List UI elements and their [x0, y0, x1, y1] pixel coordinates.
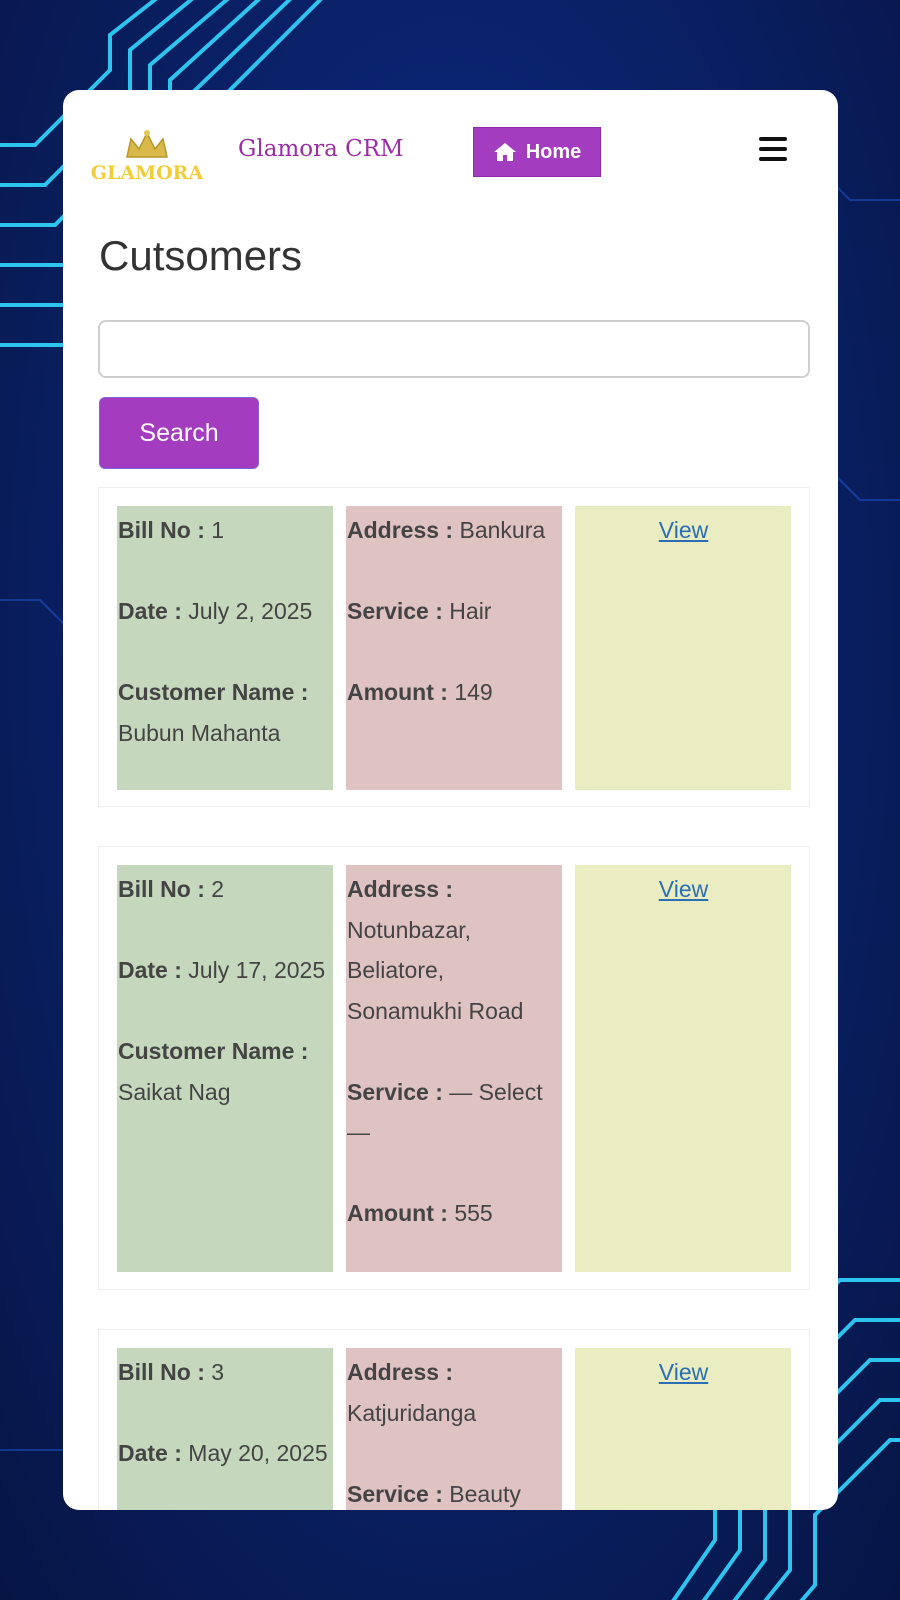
record-bill-column: Bill No : 2 Date : July 17, 2025 Custome…	[117, 865, 333, 1272]
hamburger-menu-icon[interactable]	[759, 137, 787, 161]
hamburger-line	[759, 137, 787, 141]
record-bill-column: Bill No : 1 Date : July 2, 2025 Customer…	[117, 506, 333, 790]
address-value: Bankura	[459, 517, 546, 543]
record-details-column: Address : Katjuridanga Service : Beauty	[346, 1348, 562, 1510]
main-card: GLAMORA Glamora CRM Home Cutsomers Searc…	[63, 90, 838, 1510]
header: GLAMORA Glamora CRM Home	[63, 90, 838, 230]
record-details-column: Address : Bankura Service : Hair Amount …	[346, 506, 562, 790]
record-details-column: Address : Notunbazar, Beliatore, Sonamuk…	[346, 865, 562, 1272]
amount-label: Amount :	[347, 679, 448, 705]
customer-name-label: Customer Name :	[118, 1038, 309, 1064]
service-label: Service :	[347, 598, 443, 624]
home-icon	[493, 143, 516, 161]
amount-value: 149	[454, 679, 493, 705]
view-link[interactable]: View	[659, 876, 708, 902]
date-label: Date :	[118, 1440, 182, 1466]
record-action-column: View	[575, 1348, 791, 1510]
customer-record: Bill No : 1 Date : July 2, 2025 Customer…	[98, 487, 810, 807]
brand-name[interactable]: Glamora CRM	[238, 136, 404, 162]
customer-record: Bill No : 2 Date : July 17, 2025 Custome…	[98, 846, 810, 1290]
search-input[interactable]	[98, 320, 810, 378]
bill-no-label: Bill No :	[118, 1359, 205, 1385]
home-button[interactable]: Home	[473, 127, 601, 177]
date-value: July 2, 2025	[188, 598, 313, 624]
view-link[interactable]: View	[659, 1359, 708, 1385]
view-link[interactable]: View	[659, 517, 708, 543]
address-label: Address :	[347, 517, 454, 543]
amount-label: Amount :	[347, 1200, 448, 1226]
home-button-label: Home	[525, 140, 582, 163]
record-action-column: View	[575, 506, 791, 790]
amount-value: 555	[454, 1200, 493, 1226]
service-value: Beauty	[449, 1480, 521, 1507]
address-value: Notunbazar, Beliatore, Sonamukhi Road	[347, 916, 524, 1024]
address-value: Katjuridanga	[347, 1399, 477, 1426]
customer-record: Bill No : 3 Date : May 20, 2025 Address …	[98, 1329, 810, 1510]
date-value: July 17, 2025	[188, 957, 326, 983]
search-button[interactable]: Search	[99, 397, 259, 469]
record-bill-column: Bill No : 3 Date : May 20, 2025	[117, 1348, 333, 1510]
date-value: May 20, 2025	[188, 1440, 328, 1466]
address-label: Address :	[347, 876, 454, 902]
customer-name-value: Saikat Nag	[118, 1078, 231, 1105]
brand-logo[interactable]: GLAMORA	[87, 125, 207, 185]
bill-no-label: Bill No :	[118, 876, 205, 902]
customer-name-label: Customer Name :	[118, 679, 309, 705]
crown-logo-icon: GLAMORA	[91, 130, 204, 184]
hamburger-line	[759, 157, 787, 161]
record-action-column: View	[575, 865, 791, 1272]
service-label: Service :	[347, 1078, 443, 1105]
service-label: Service :	[347, 1480, 443, 1507]
address-label: Address :	[347, 1359, 454, 1385]
bill-no-label: Bill No :	[118, 517, 205, 543]
service-value: Hair	[449, 598, 492, 624]
bill-no-value: 1	[211, 517, 225, 543]
date-label: Date :	[118, 598, 182, 624]
bill-no-value: 2	[211, 876, 225, 902]
date-label: Date :	[118, 957, 182, 983]
customer-name-value: Bubun Mahanta	[118, 719, 281, 746]
hamburger-line	[759, 147, 787, 151]
logo-text: GLAMORA	[91, 162, 204, 184]
page-title: Cutsomers	[99, 232, 303, 279]
bill-no-value: 3	[211, 1359, 225, 1385]
